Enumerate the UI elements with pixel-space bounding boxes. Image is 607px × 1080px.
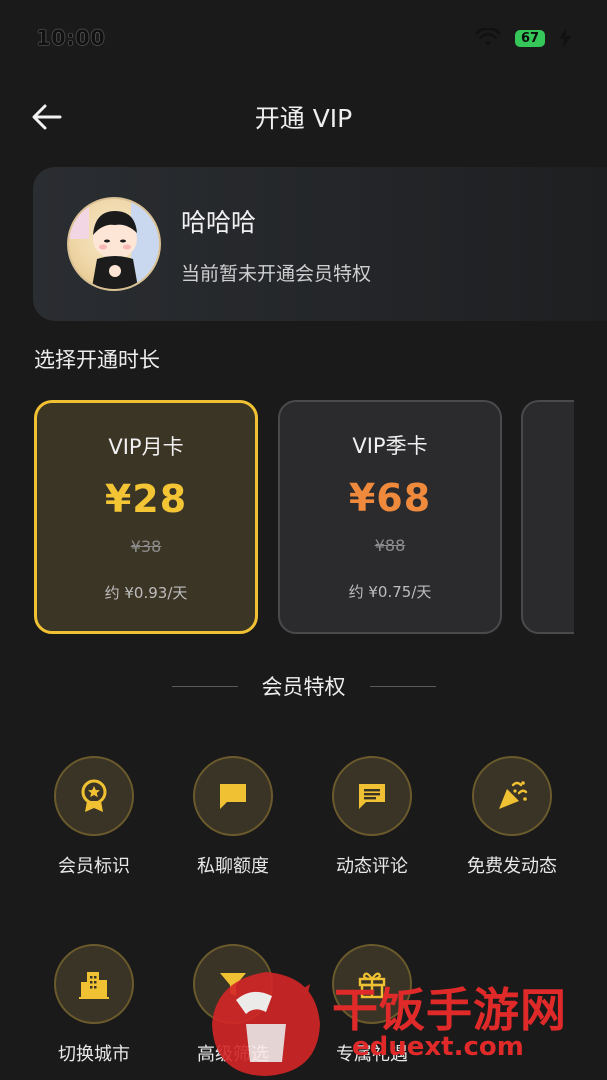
arrow-left-icon xyxy=(32,104,62,130)
perks-grid: 会员标识 私聊额度 动态评论 免费发动态 切换城市 高级筛选 专属礼遇 xyxy=(0,756,607,1080)
profile-info: 哈哈哈 当前暂未开通会员特权 xyxy=(181,203,371,286)
plan-card-monthly[interactable]: VIP月卡 ¥28 ¥38 约 ¥0.93/天 xyxy=(34,400,258,634)
comment-icon xyxy=(359,784,385,809)
city-icon xyxy=(79,972,109,999)
perks-section-title: 会员特权 xyxy=(261,675,346,699)
perk-icon-circle xyxy=(332,756,412,836)
perk-item-post[interactable]: 免费发动态 xyxy=(452,756,572,878)
membership-status: 当前暂未开通会员特权 xyxy=(181,262,372,285)
plan-name: VIP月卡 xyxy=(108,435,184,459)
plan-price: ¥28 xyxy=(104,477,188,521)
status-bar: 10:00 67 xyxy=(0,0,607,76)
profile-name: 哈哈哈 xyxy=(181,207,257,237)
plan-price: ¥68 xyxy=(348,476,432,520)
plan-name: VIP季卡 xyxy=(352,434,428,458)
perk-item-gift[interactable]: 专属礼遇 xyxy=(312,944,432,1066)
chat-bubble-icon xyxy=(220,784,246,809)
perks-header: 会员特权 xyxy=(0,668,607,704)
perk-label: 切换城市 xyxy=(58,1044,130,1065)
gift-icon xyxy=(358,972,386,999)
profile-card: 哈哈哈 当前暂未开通会员特权 xyxy=(33,167,607,321)
perk-item-badge[interactable]: 会员标识 xyxy=(34,756,154,878)
plan-original-price: ¥88 xyxy=(374,536,406,555)
plan-card-quarterly[interactable]: VIP季卡 ¥68 ¥88 约 ¥0.75/天 xyxy=(278,400,502,634)
avatar-illustration xyxy=(69,199,159,289)
perk-icon-circle xyxy=(54,756,134,836)
perk-icon-circle xyxy=(193,756,273,836)
perk-label: 动态评论 xyxy=(336,856,408,877)
perk-icon-circle xyxy=(472,756,552,836)
plan-list: VIP月卡 ¥28 ¥38 约 ¥0.93/天 VIP季卡 ¥68 ¥88 约 … xyxy=(34,400,574,636)
badge-icon xyxy=(81,779,107,812)
plan-original-price: ¥38 xyxy=(130,537,162,556)
perk-item-comment[interactable]: 动态评论 xyxy=(312,756,432,878)
page-title: 开通 VIP xyxy=(254,104,353,133)
plans-section-title: 选择开通时长 xyxy=(34,348,160,372)
status-time: 10:00 xyxy=(36,26,106,50)
plan-card-next[interactable] xyxy=(521,400,574,634)
plan-daily-price: 约 ¥0.93/天 xyxy=(104,584,188,602)
divider-line-right xyxy=(369,685,436,687)
perk-icon-circle xyxy=(54,944,134,1024)
nav-bar: 开通 VIP xyxy=(0,88,607,146)
perk-item-filter[interactable]: 高级筛选 xyxy=(173,944,293,1066)
divider-line-left xyxy=(171,685,238,687)
perk-label: 免费发动态 xyxy=(467,856,557,877)
filter-icon xyxy=(220,973,246,996)
perk-label: 高级筛选 xyxy=(197,1044,269,1065)
perk-icon-circle xyxy=(332,944,412,1024)
wifi-icon xyxy=(475,28,501,46)
avatar[interactable] xyxy=(67,197,161,291)
perk-item-city[interactable]: 切换城市 xyxy=(34,944,154,1066)
perk-icon-circle xyxy=(193,944,273,1024)
back-button[interactable] xyxy=(26,96,68,138)
perk-label: 会员标识 xyxy=(58,856,130,877)
plan-daily-price: 约 ¥0.75/天 xyxy=(348,583,432,601)
perk-label: 专属礼遇 xyxy=(336,1044,408,1065)
battery-indicator: 67 xyxy=(515,29,545,47)
status-icons: 67 xyxy=(475,28,571,48)
party-popper-icon xyxy=(499,781,528,809)
charging-bolt-icon xyxy=(559,28,571,48)
perk-item-chat[interactable]: 私聊额度 xyxy=(173,756,293,878)
perk-label: 私聊额度 xyxy=(197,856,269,877)
